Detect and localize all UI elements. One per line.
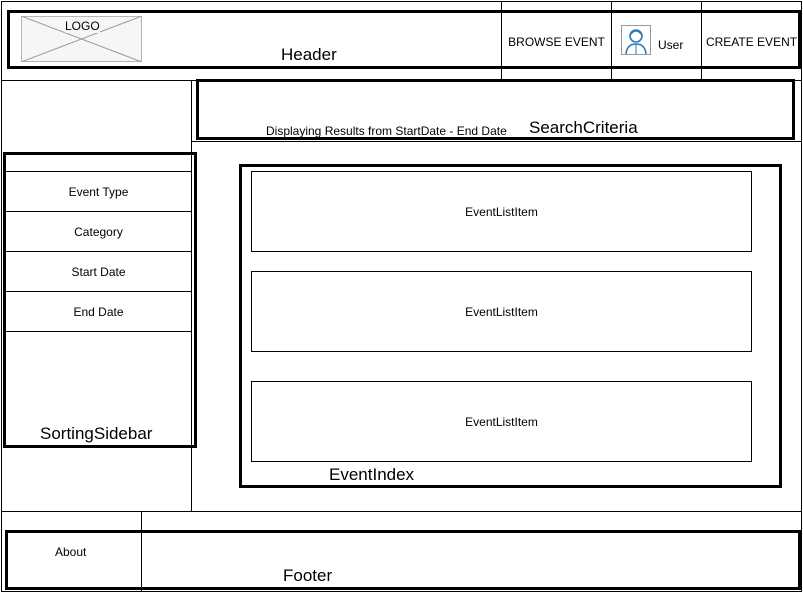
browse-event-link[interactable]: BROWSE EVENT xyxy=(502,30,611,54)
event-list-item[interactable]: EventListItem xyxy=(251,271,752,352)
event-list-item[interactable]: EventListItem xyxy=(251,381,752,462)
footer-about-link[interactable]: About xyxy=(55,545,86,559)
logo-placeholder[interactable]: LOGO xyxy=(21,16,142,62)
sorting-sidebar-label: SortingSidebar xyxy=(40,424,153,443)
user-menu[interactable]: User xyxy=(612,20,701,60)
logo-label: LOGO xyxy=(65,19,100,33)
create-event-link[interactable]: CREATE EVENT xyxy=(702,30,801,54)
search-criteria-bottom-line xyxy=(192,141,802,142)
search-criteria-label: SearchCriteria xyxy=(529,118,638,137)
sidebar-item-event-type[interactable]: Event Type xyxy=(5,172,192,211)
sidebar-line-4 xyxy=(5,331,192,332)
footer-region xyxy=(5,530,801,590)
user-label: User xyxy=(658,38,684,52)
sidebar-item-category[interactable]: Category xyxy=(5,212,192,251)
search-results-text: Displaying Results from StartDate - End … xyxy=(266,124,507,138)
footer-region-label: Footer xyxy=(283,566,333,585)
sidebar-item-start-date[interactable]: Start Date xyxy=(5,252,192,291)
header-region-label: Header xyxy=(281,45,337,64)
sidebar-item-end-date[interactable]: End Date xyxy=(5,292,192,331)
user-avatar-icon xyxy=(621,25,651,55)
footer-top-divider xyxy=(1,511,802,512)
event-list-item[interactable]: EventListItem xyxy=(251,171,752,252)
event-index-label: EventIndex xyxy=(329,465,415,484)
